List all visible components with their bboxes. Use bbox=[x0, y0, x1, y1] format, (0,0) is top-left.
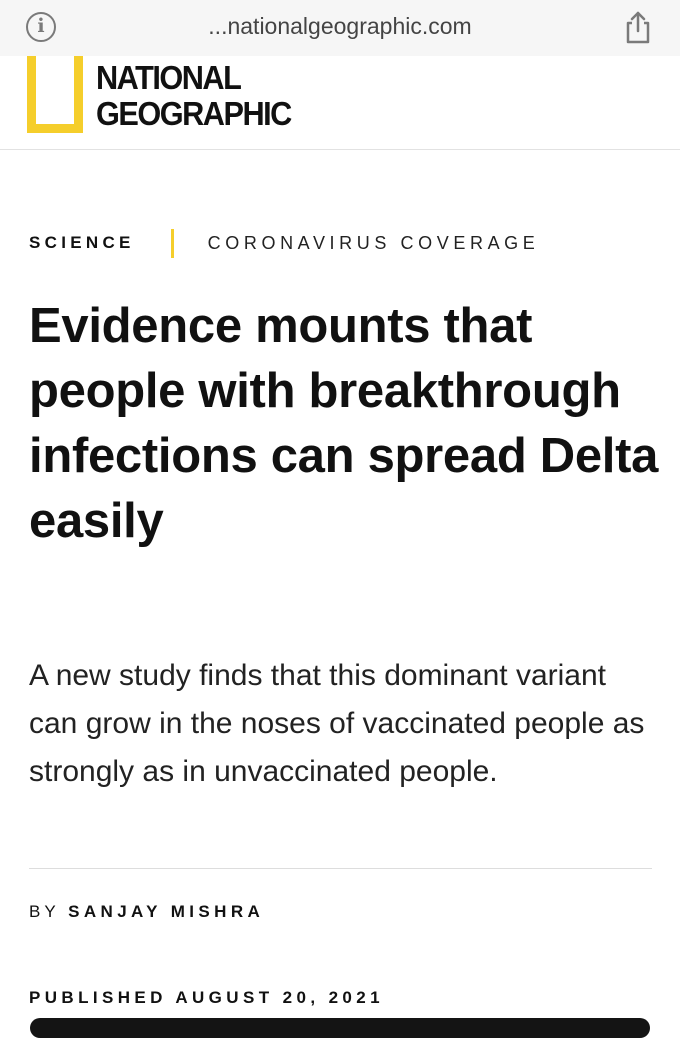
browser-address-bar: i ...nationalgeographic.com bbox=[0, 0, 680, 56]
share-icon[interactable] bbox=[622, 10, 654, 44]
article-dek: A new study finds that this dominant var… bbox=[29, 659, 645, 788]
byline: BY SANJAY MISHRA bbox=[29, 902, 264, 922]
author-link[interactable]: SANJAY MISHRA bbox=[68, 902, 264, 921]
section-link[interactable]: SCIENCE bbox=[29, 233, 135, 253]
topic-link[interactable]: CORONAVIRUS COVERAGE bbox=[208, 233, 540, 254]
article-kicker: SCIENCE CORONAVIRUS COVERAGE bbox=[29, 228, 539, 258]
article-headline: Evidence mounts that people with breakth… bbox=[29, 299, 659, 548]
site-header: NATIONAL GEOGRAPHIC bbox=[0, 56, 680, 150]
info-circle-icon[interactable]: i bbox=[26, 12, 56, 42]
nat-geo-logo[interactable]: NATIONAL GEOGRAPHIC bbox=[96, 59, 292, 132]
divider bbox=[29, 868, 652, 869]
logo-line-2: GEOGRAPHIC bbox=[96, 95, 292, 132]
kicker-divider bbox=[170, 228, 174, 258]
nat-geo-logo-icon[interactable] bbox=[27, 56, 83, 133]
url-field[interactable]: ...nationalgeographic.com bbox=[140, 13, 540, 40]
bottom-toolbar[interactable] bbox=[30, 1018, 650, 1038]
byline-prefix: BY bbox=[29, 902, 60, 921]
logo-line-1: NATIONAL bbox=[96, 59, 242, 96]
published-date: PUBLISHED AUGUST 20, 2021 bbox=[29, 988, 384, 1007]
